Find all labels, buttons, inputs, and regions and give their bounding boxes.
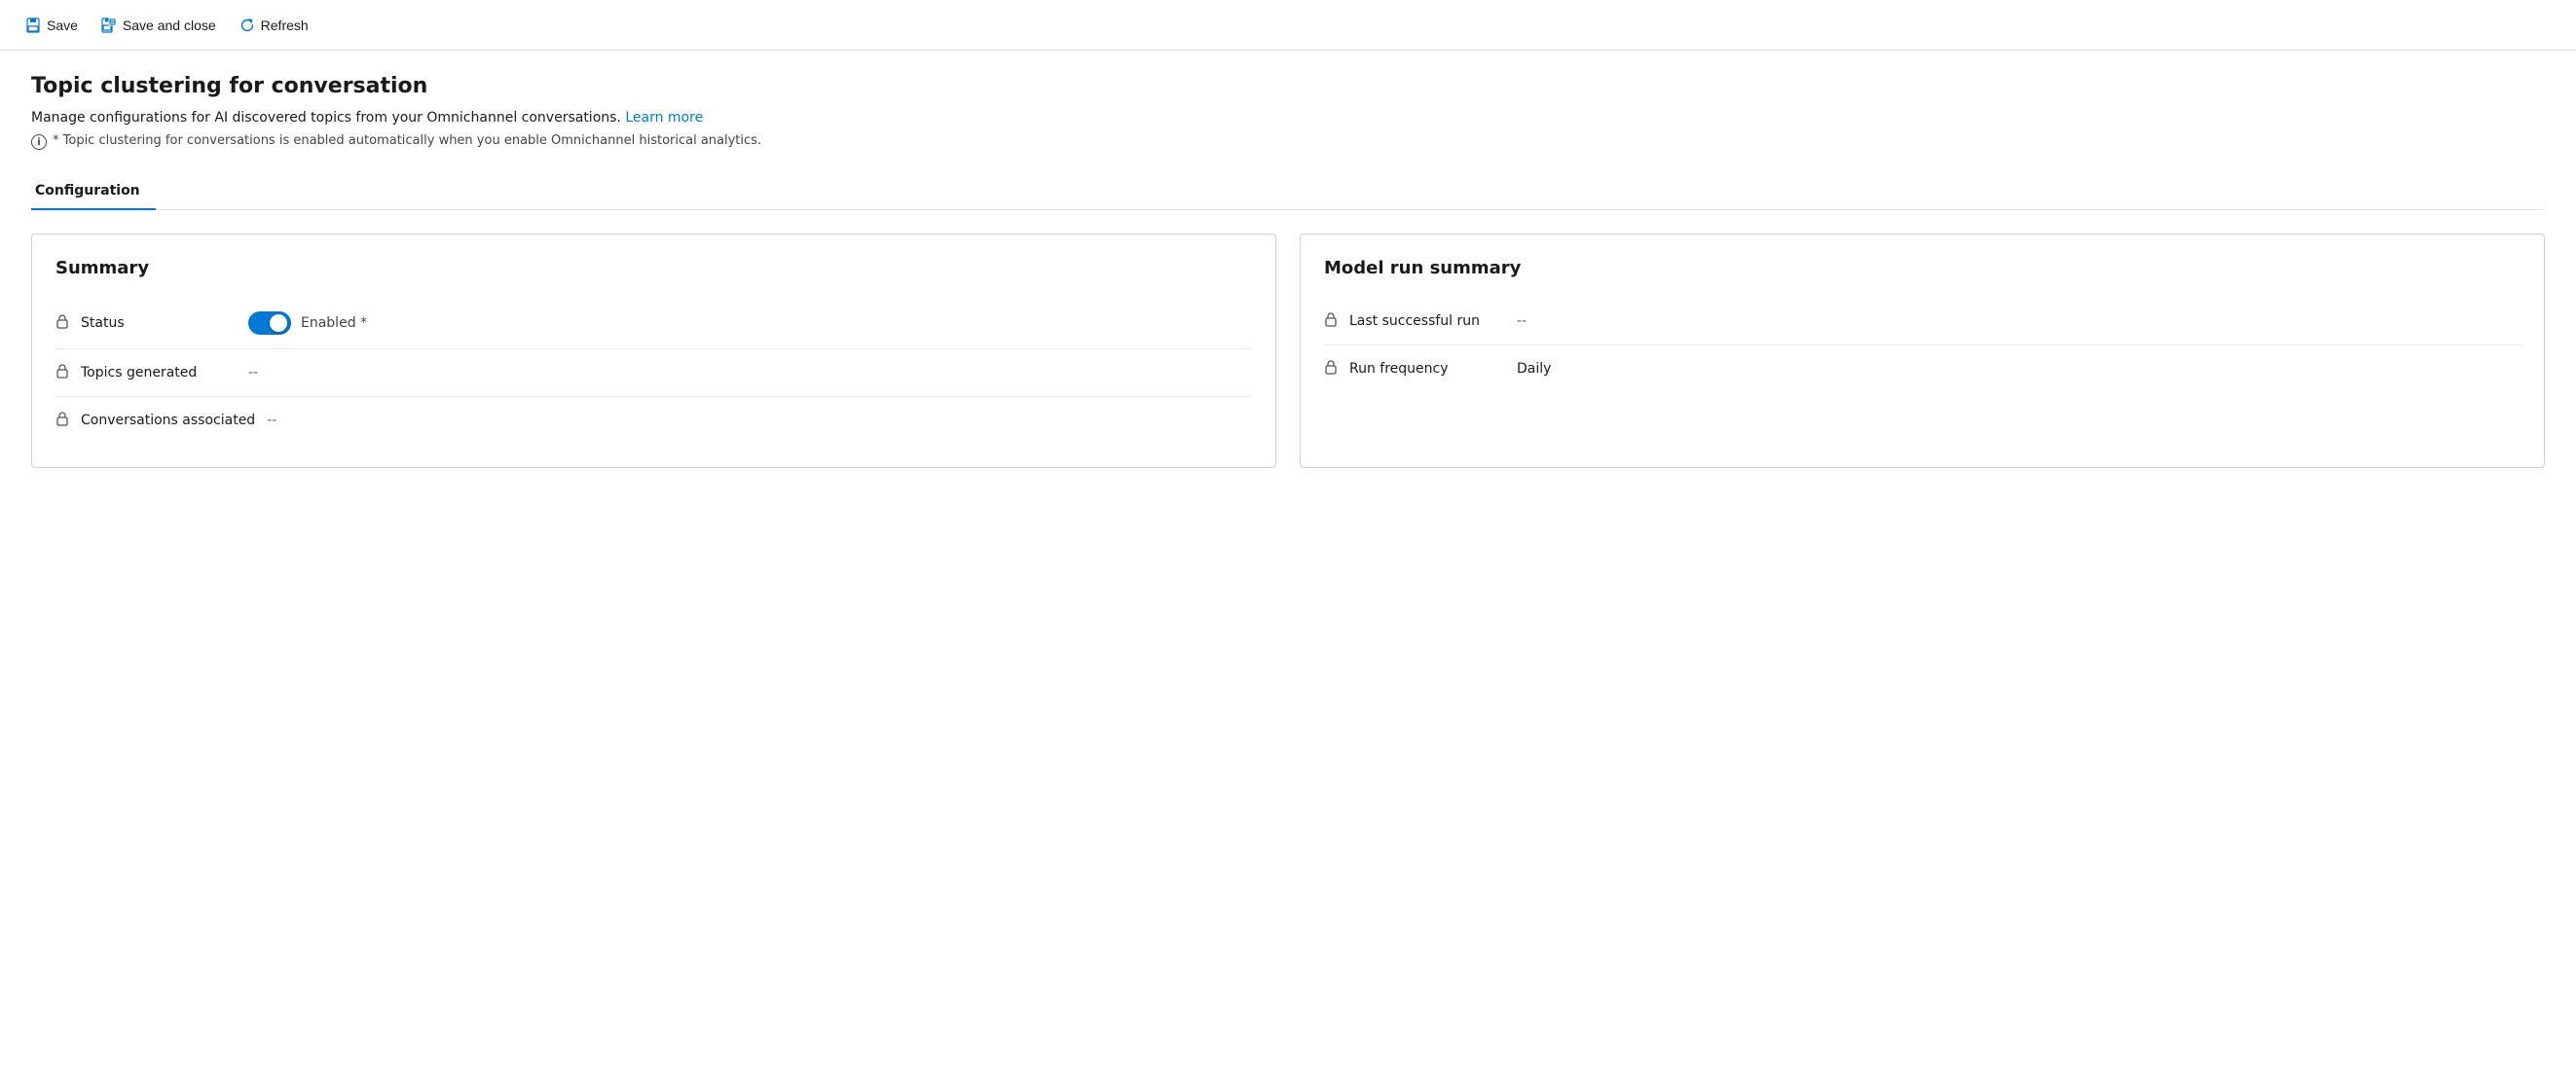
model-run-card-title: Model run summary	[1324, 258, 2521, 278]
save-button[interactable]: Save	[16, 12, 88, 39]
topics-generated-value: --	[248, 365, 258, 380]
save-icon	[25, 18, 41, 33]
save-close-button-label: Save and close	[123, 18, 216, 33]
last-run-lock-icon	[1324, 311, 1338, 331]
tabs: Configuration	[31, 173, 2545, 210]
topics-generated-field-row: Topics generated --	[55, 349, 1252, 397]
topics-lock-icon	[55, 363, 69, 382]
toggle-thumb	[270, 314, 287, 332]
summary-card-title: Summary	[55, 258, 1252, 278]
status-toggle-label: Enabled *	[301, 315, 367, 331]
cards-container: Summary Status Enabled *	[31, 234, 2545, 468]
toolbar: Save Save and close Refresh	[0, 0, 2576, 51]
learn-more-link[interactable]: Learn more	[625, 110, 703, 126]
last-run-value: --	[1517, 313, 1527, 329]
page-description-text: Manage configurations for AI discovered …	[31, 110, 621, 126]
status-toggle[interactable]	[248, 311, 291, 335]
info-icon: i	[31, 134, 47, 150]
last-run-label: Last successful run	[1349, 313, 1505, 329]
conversations-associated-field-row: Conversations associated --	[55, 397, 1252, 444]
page-description: Manage configurations for AI discovered …	[31, 110, 2545, 126]
status-field-row: Status Enabled *	[55, 298, 1252, 349]
main-content: Topic clustering for conversation Manage…	[0, 51, 2576, 491]
run-frequency-value: Daily	[1517, 361, 1551, 377]
status-toggle-container: Enabled *	[248, 311, 367, 335]
info-note: i * Topic clustering for conversations i…	[31, 133, 2545, 150]
conversations-associated-value: --	[267, 413, 276, 428]
toggle-track	[248, 311, 291, 335]
tab-configuration[interactable]: Configuration	[31, 173, 156, 210]
save-close-icon	[101, 18, 117, 33]
page-title: Topic clustering for conversation	[31, 74, 2545, 98]
refresh-icon	[239, 18, 255, 33]
status-lock-icon	[55, 313, 69, 333]
save-button-label: Save	[47, 18, 78, 33]
info-note-text: * Topic clustering for conversations is …	[53, 133, 761, 148]
model-run-card: Model run summary Last successful run --	[1300, 234, 2545, 468]
status-label: Status	[81, 315, 237, 331]
refresh-button[interactable]: Refresh	[230, 12, 318, 39]
conversations-lock-icon	[55, 411, 69, 430]
run-frequency-lock-icon	[1324, 359, 1338, 379]
summary-card: Summary Status Enabled *	[31, 234, 1276, 468]
run-frequency-field-row: Run frequency Daily	[1324, 345, 2521, 392]
save-close-button[interactable]: Save and close	[92, 12, 226, 39]
refresh-button-label: Refresh	[261, 18, 309, 33]
conversations-associated-label: Conversations associated	[81, 413, 255, 428]
run-frequency-label: Run frequency	[1349, 361, 1505, 377]
topics-generated-label: Topics generated	[81, 365, 237, 380]
last-run-field-row: Last successful run --	[1324, 298, 2521, 345]
